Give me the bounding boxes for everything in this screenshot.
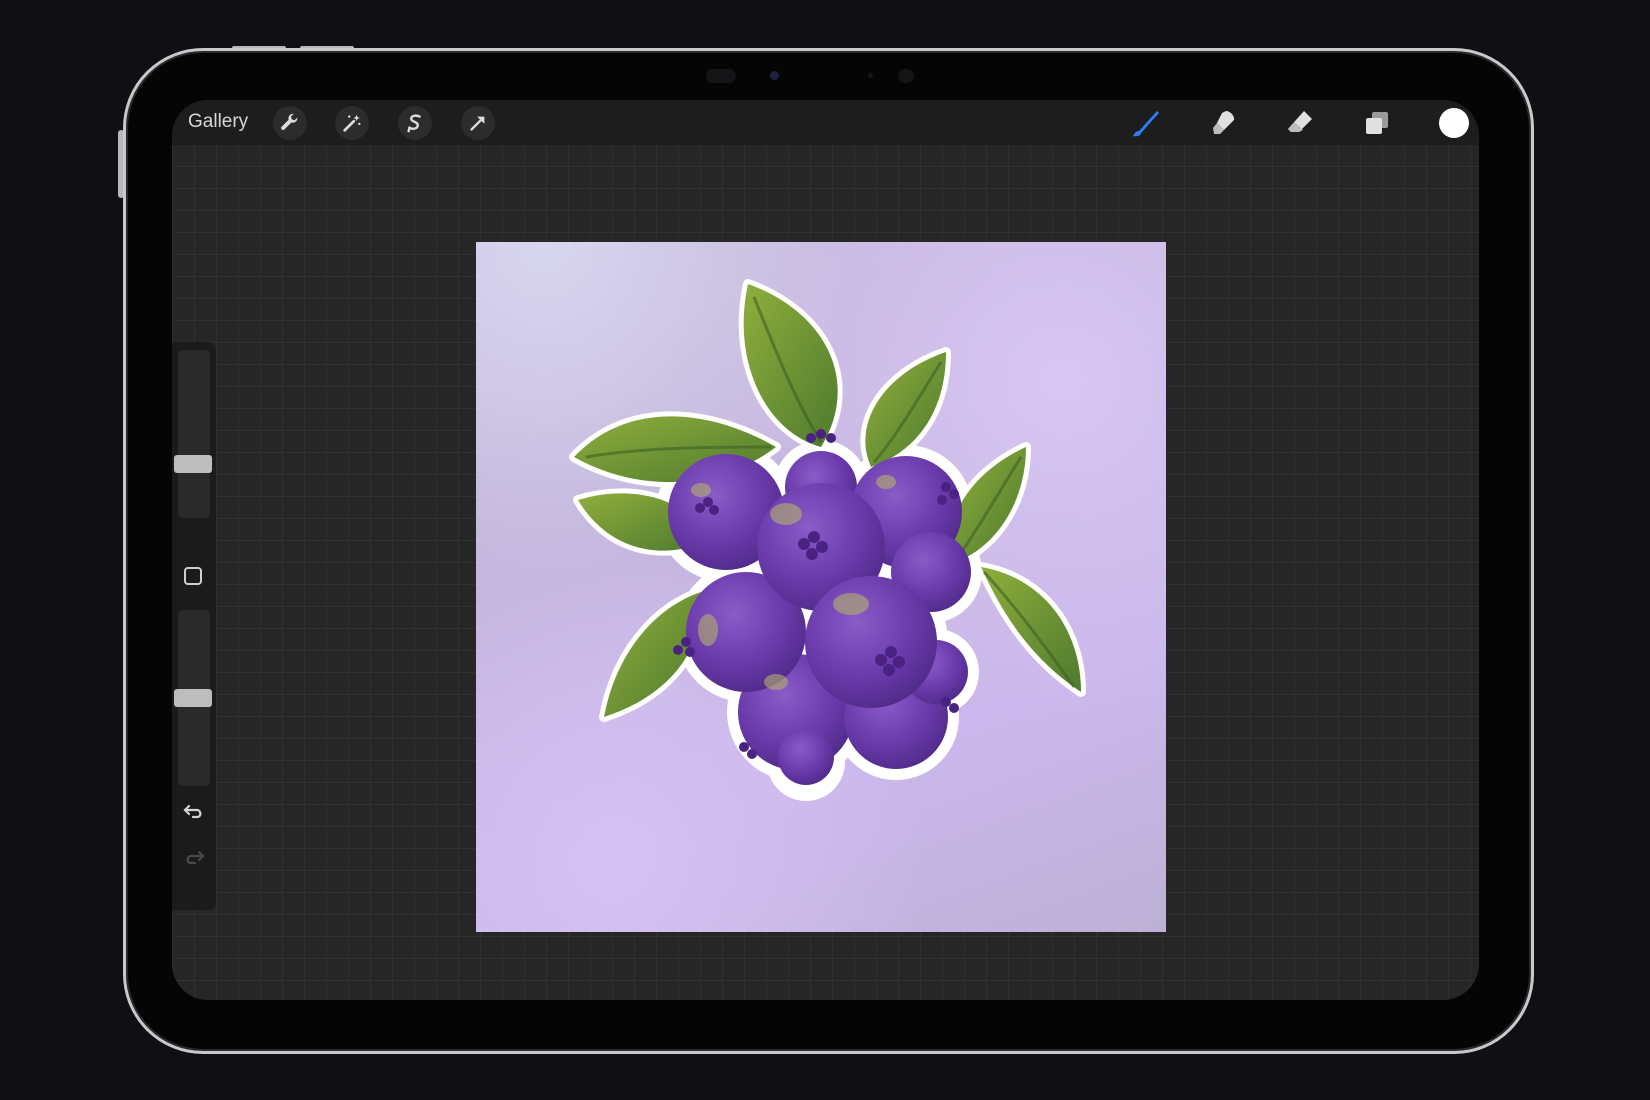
artwork-canvas[interactable] — [476, 242, 1166, 932]
blueberry-illustration — [569, 279, 1086, 801]
magic-wand-icon[interactable] — [335, 106, 369, 140]
front-camera — [770, 71, 779, 80]
opacity-thumb[interactable] — [174, 689, 212, 707]
selection-icon[interactable] — [398, 106, 432, 140]
layers-icon[interactable] — [1360, 106, 1394, 140]
smudge-icon[interactable] — [1206, 106, 1240, 140]
camera-sensor — [868, 73, 873, 78]
undo-icon[interactable] — [181, 798, 207, 824]
transform-arrow-icon[interactable] — [461, 106, 495, 140]
wrench-icon[interactable] — [273, 106, 307, 140]
brush-size-slider[interactable] — [178, 350, 210, 518]
modify-button[interactable] — [184, 567, 202, 585]
redo-icon[interactable] — [181, 844, 207, 870]
camera-sensor — [898, 69, 914, 83]
top-toolbar: Gallery — [172, 100, 1479, 145]
color-swatch[interactable] — [1439, 108, 1469, 138]
gallery-button[interactable]: Gallery — [188, 111, 248, 133]
brush-size-thumb[interactable] — [174, 455, 212, 473]
sidebar — [172, 342, 216, 910]
procreate-screen: Gallery — [172, 100, 1479, 1000]
eraser-icon[interactable] — [1283, 106, 1317, 140]
camera-sensor — [706, 69, 736, 83]
brush-icon[interactable] — [1129, 106, 1163, 140]
